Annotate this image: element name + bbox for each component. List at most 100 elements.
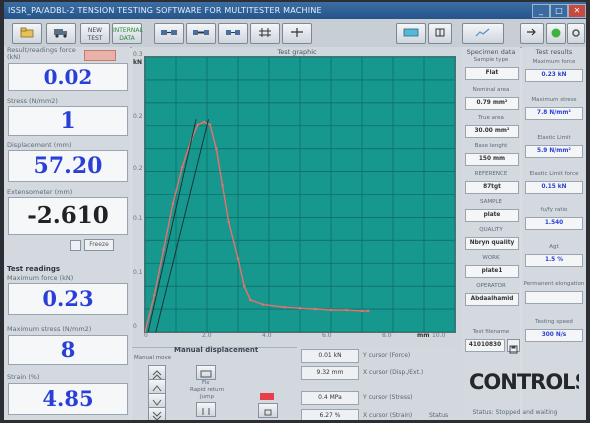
save-file-button[interactable] bbox=[507, 339, 520, 354]
data-point bbox=[221, 184, 224, 187]
data-point bbox=[366, 309, 370, 313]
cursor-disp-label: X cursor (Disp./Ext.) bbox=[363, 369, 424, 376]
fix-button[interactable] bbox=[196, 365, 216, 380]
new-test-label: NEW TEST bbox=[87, 27, 103, 42]
axis-icon bbox=[291, 28, 303, 37]
reference-label: REFERENCE bbox=[474, 171, 508, 177]
x-unit-label: mm bbox=[417, 332, 430, 339]
display-icon bbox=[403, 28, 419, 37]
work-value[interactable]: plate1 bbox=[465, 265, 519, 278]
plot-area[interactable] bbox=[143, 56, 456, 334]
cursor-force-label: Y cursor (Force) bbox=[363, 352, 411, 359]
test-readings-title: Test readings bbox=[7, 265, 61, 273]
move-down-fast-button[interactable] bbox=[148, 407, 166, 420]
x-tick-label: 6.0 bbox=[322, 332, 332, 339]
perm-elongation-label: Permanent elongation bbox=[523, 281, 585, 287]
readings-panel: Result/readings force (kN) 0.02 Stress (… bbox=[4, 47, 130, 420]
max-stress-value: 8 bbox=[8, 335, 128, 365]
data-point bbox=[298, 306, 302, 310]
elastic-limit-value: 5.9 N/mm² bbox=[525, 145, 583, 158]
logo-text: CONTROLS bbox=[469, 370, 579, 394]
export-button[interactable] bbox=[520, 23, 544, 44]
minimize-button[interactable]: _ bbox=[532, 4, 550, 18]
max-force-value: 0.23 bbox=[8, 283, 128, 315]
y-tick-label: 0.1 bbox=[133, 215, 143, 222]
quality-value[interactable]: Nbryn quality bbox=[465, 237, 519, 250]
manual-title: Manual displacement bbox=[174, 346, 259, 354]
operator-value[interactable]: Abdaalhamid bbox=[465, 293, 519, 306]
graph-title: Test graphic bbox=[277, 48, 317, 56]
cursor-readout-panel: 0.01 kN Y cursor (Force) 9.32 mm X curso… bbox=[297, 347, 462, 420]
cursor-force-value: 0.01 kN bbox=[301, 349, 359, 363]
stop-indicator bbox=[260, 393, 274, 400]
base-length-value[interactable]: 150 mm bbox=[465, 153, 519, 166]
compression-button[interactable] bbox=[218, 23, 248, 44]
test-filename-field[interactable]: 41010830 bbox=[465, 339, 505, 352]
freeze-checkbox[interactable] bbox=[70, 240, 81, 251]
move-up-fast-button[interactable] bbox=[148, 365, 166, 380]
x-tick-label: 10.0 bbox=[432, 332, 446, 339]
panel-button[interactable] bbox=[428, 23, 452, 44]
double-down-arrow-icon bbox=[152, 411, 162, 420]
data-point bbox=[249, 298, 252, 302]
cursor-strain-label: X cursor (Strain) bbox=[363, 412, 413, 419]
sample-value[interactable]: plate bbox=[465, 209, 519, 222]
sample-type-value[interactable]: Flat bbox=[465, 67, 519, 80]
move-up-button[interactable] bbox=[148, 379, 166, 394]
close-button[interactable]: ✕ bbox=[568, 4, 586, 18]
test-results-panel: Test results Maximum force 0.23 kN Maxim… bbox=[522, 47, 586, 420]
maximize-button[interactable]: □ bbox=[550, 4, 568, 18]
display-button[interactable] bbox=[396, 23, 426, 44]
x-tick-label: 8.0 bbox=[382, 332, 392, 339]
status-bar: Status: Stopped and waiting bbox=[472, 409, 558, 416]
fu-fy-value: 1.540 bbox=[525, 217, 583, 230]
reference-value[interactable]: 87tgt bbox=[465, 181, 519, 194]
test-graph-panel: Test graphic 0.3 kN 0.2 0.2 0.1 0.1 0 0 … bbox=[132, 47, 462, 347]
max-force-label: Maximum force (kN) bbox=[7, 274, 74, 282]
results-title: Test results bbox=[535, 48, 573, 56]
tension-button[interactable] bbox=[186, 23, 216, 44]
grips-button[interactable] bbox=[154, 23, 184, 44]
displacement-label: Displacement (mm) bbox=[7, 141, 72, 149]
tension-icon bbox=[193, 30, 209, 35]
return-icon bbox=[202, 408, 210, 415]
stop-button[interactable] bbox=[258, 403, 278, 418]
move-down-button[interactable] bbox=[148, 393, 166, 408]
truck-button[interactable] bbox=[46, 23, 76, 44]
toolbar: NEW TEST INTERNAL DATA bbox=[4, 19, 586, 48]
work-label: WORK bbox=[482, 255, 500, 261]
series-line-tangent bbox=[155, 119, 209, 333]
report-button[interactable] bbox=[462, 23, 504, 44]
open-file-button[interactable] bbox=[12, 23, 42, 44]
y-tick-label: 0.1 bbox=[133, 269, 143, 276]
floppy-disk-icon bbox=[509, 345, 518, 354]
axis-button[interactable] bbox=[282, 23, 312, 44]
elastic-limit-label: Elastic Limit bbox=[537, 135, 571, 141]
title-bar: ISSR_PA/ADBL-2 TENSION TESTING SOFTWARE … bbox=[4, 2, 586, 19]
internal-data-label: INTERNAL DATA bbox=[113, 27, 143, 42]
new-test-button[interactable]: NEW TEST bbox=[80, 23, 110, 44]
true-area-label: True area bbox=[478, 115, 504, 121]
cursor-stress-label: Y cursor (Stress) bbox=[363, 394, 413, 401]
compression-icon bbox=[226, 30, 240, 35]
rapid-return-button[interactable] bbox=[196, 402, 216, 417]
freeze-button[interactable]: Freeze bbox=[84, 239, 114, 251]
elastic-force-value: 0.15 kN bbox=[525, 181, 583, 194]
data-point bbox=[236, 257, 240, 260]
data-point bbox=[171, 202, 175, 205]
true-area-value[interactable]: 30.00 mm² bbox=[465, 125, 519, 138]
grid-button[interactable] bbox=[250, 23, 280, 44]
tare-button[interactable] bbox=[84, 50, 116, 61]
elastic-force-label: Elastic Limit force bbox=[529, 171, 579, 177]
nominal-area-label: Nominal area bbox=[472, 87, 510, 93]
data-point bbox=[162, 248, 165, 251]
cursor-strain-value: 6.27 % bbox=[301, 409, 359, 420]
nominal-area-value[interactable]: 0.79 mm² bbox=[465, 97, 519, 110]
sample-type-label: Sample type bbox=[473, 57, 509, 63]
settings-button[interactable] bbox=[567, 23, 585, 44]
series-line-force-displacement bbox=[144, 121, 369, 333]
data-point bbox=[208, 123, 212, 127]
strain-value: 4.85 bbox=[8, 383, 128, 415]
internal-data-button[interactable]: INTERNAL DATA bbox=[112, 23, 143, 44]
power-button[interactable] bbox=[546, 23, 566, 44]
